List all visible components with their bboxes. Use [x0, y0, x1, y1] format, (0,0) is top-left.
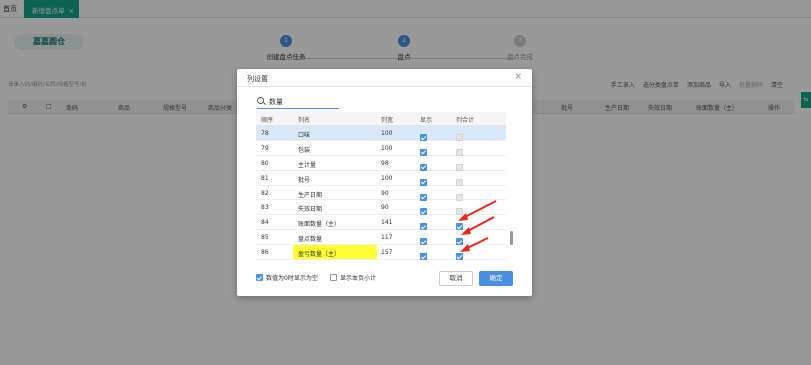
table-row[interactable]: 83 失效日期 90: [256, 200, 506, 216]
grid-body: 78 口味 100 79 包装 100 80 主计量 98 81 批号 100 82 生产日期 90 83 失效…: [256, 126, 506, 260]
grid-header-name: 列名: [298, 117, 311, 124]
row-order: 78: [261, 130, 269, 137]
table-row[interactable]: 85 盘点数量 117: [256, 230, 506, 246]
close-icon[interactable]: ×: [514, 72, 522, 82]
row-column-width[interactable]: 117: [381, 234, 392, 241]
row-column-width[interactable]: 100: [381, 130, 392, 137]
row-order: 86: [261, 249, 269, 257]
row-order: 85: [261, 234, 269, 242]
row-column-name: 主计量: [298, 161, 317, 169]
dialog-title: 列设置: [247, 75, 268, 83]
table-row[interactable]: 82 生产日期 90: [256, 186, 506, 201]
row-column-name: 批号: [298, 176, 311, 184]
sum-checkbox[interactable]: [456, 253, 463, 260]
row-column-width[interactable]: 90: [381, 190, 389, 197]
row-order: 82: [261, 189, 269, 197]
grid-header: 顺序 列名 列宽 显示 列合计: [256, 112, 506, 126]
row-column-width[interactable]: 100: [381, 175, 392, 182]
zero-blank-label: 数值为0时显示为空: [266, 275, 318, 282]
column-search-input[interactable]: [269, 96, 337, 107]
column-settings-dialog: 列设置 × 顺序 列名 列宽 显示 列合计 78 口味 100 79 包装 100 80 主计…: [237, 69, 532, 296]
row-column-name: 账面数量（主）: [298, 221, 341, 229]
row-column-name: 口味: [298, 132, 311, 139]
row-column-name: 包装: [298, 146, 311, 154]
row-order: 84: [261, 219, 269, 227]
column-search: [257, 96, 339, 109]
row-order: 83: [261, 204, 269, 212]
column-grid: 顺序 列名 列宽 显示 列合计 78 口味 100 79 包装 100 80 主计量 98 81 批…: [256, 112, 506, 260]
page-subtotal-label: 显示本页小计: [340, 275, 377, 282]
row-column-width[interactable]: 141: [381, 219, 392, 226]
table-row[interactable]: 86 盈亏数量（主） 157: [256, 245, 506, 260]
table-row[interactable]: 81 批号 100: [256, 171, 506, 186]
row-column-name: 盘点数量: [298, 236, 323, 244]
page-subtotal-checkbox[interactable]: [330, 274, 337, 281]
confirm-button[interactable]: 确定: [479, 271, 513, 286]
zero-blank-checkbox[interactable]: [256, 274, 263, 281]
zero-blank-option[interactable]: 数值为0时显示为空: [256, 273, 318, 282]
grid-header-width: 列宽: [381, 117, 394, 124]
table-row[interactable]: 78 口味 100: [256, 126, 506, 141]
grid-scrollbar[interactable]: [510, 231, 513, 245]
row-order: 81: [261, 174, 269, 182]
show-checkbox[interactable]: [420, 253, 427, 260]
cancel-button[interactable]: 取消: [439, 271, 473, 286]
row-order: 79: [261, 144, 269, 152]
grid-header-show: 显示: [420, 117, 433, 124]
dialog-header: 列设置 ×: [237, 69, 532, 87]
row-column-width[interactable]: 98: [381, 160, 389, 167]
row-order: 80: [261, 159, 269, 167]
page-subtotal-option[interactable]: 显示本页小计: [330, 273, 376, 282]
grid-header-sum: 列合计: [456, 117, 475, 124]
table-row[interactable]: 84 账面数量（主） 141: [256, 215, 506, 231]
row-column-width[interactable]: 90: [381, 204, 389, 211]
table-row[interactable]: 80 主计量 98: [256, 156, 506, 171]
row-column-width[interactable]: 157: [381, 249, 392, 256]
row-column-width[interactable]: 100: [381, 145, 392, 152]
grid-header-no: 顺序: [261, 117, 274, 124]
row-column-name: 生产日期: [298, 191, 323, 199]
row-column-name: 失效日期: [298, 206, 323, 214]
row-column-name: 盈亏数量（主）: [293, 245, 377, 260]
search-icon: [257, 97, 264, 104]
table-row[interactable]: 79 包装 100: [256, 141, 506, 156]
